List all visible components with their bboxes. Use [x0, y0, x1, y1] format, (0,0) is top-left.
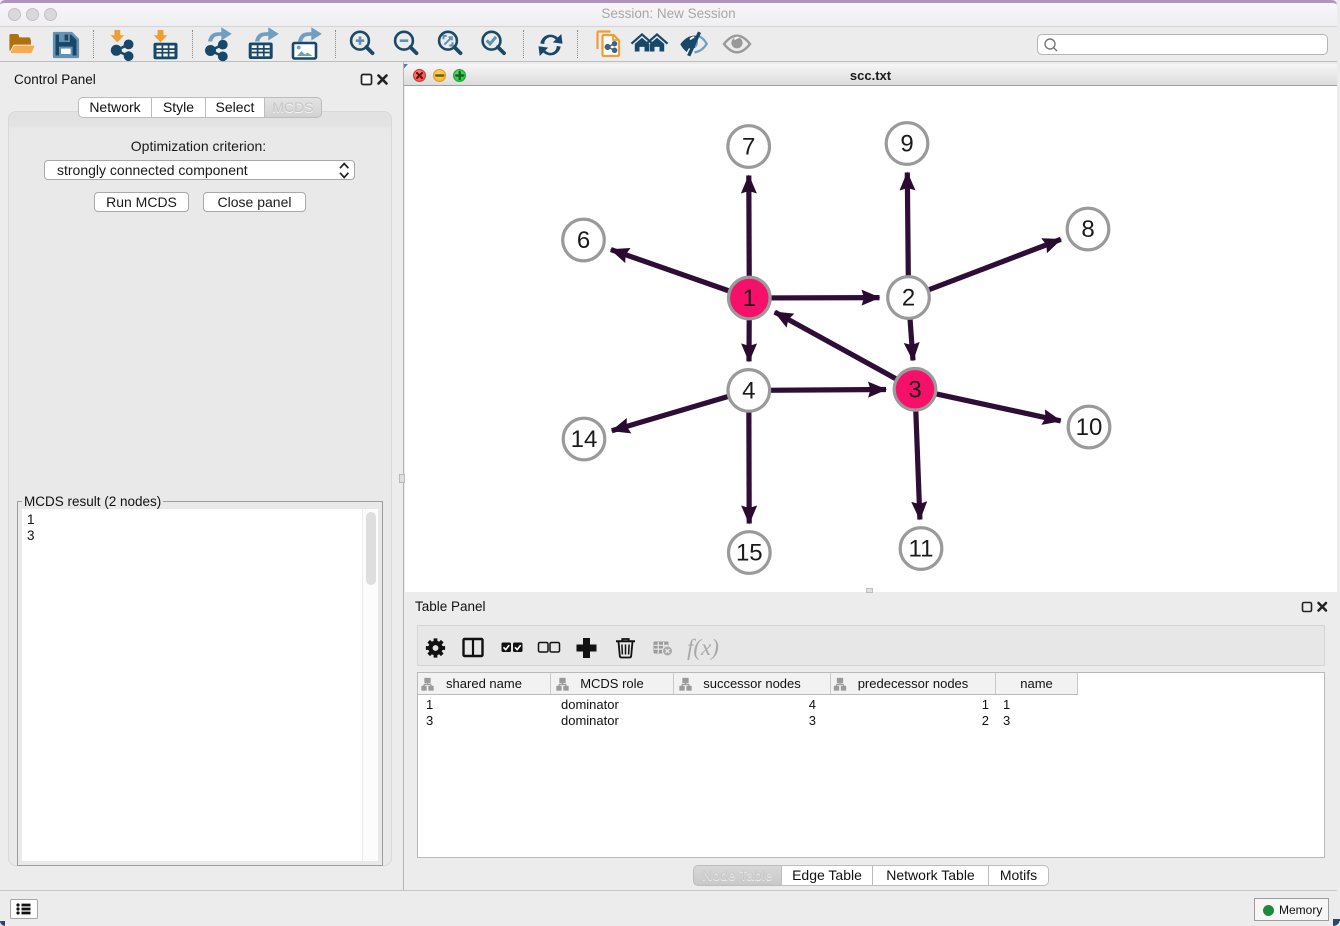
svg-text:1: 1	[743, 285, 756, 312]
svg-text:3: 3	[908, 376, 921, 403]
svg-text:4: 4	[742, 377, 755, 404]
svg-text:9: 9	[900, 131, 913, 158]
svg-text:15: 15	[736, 540, 763, 567]
svg-text:2: 2	[902, 285, 915, 312]
svg-text:7: 7	[742, 134, 755, 161]
svg-text:10: 10	[1076, 414, 1103, 441]
svg-text:f(x): f(x)	[687, 635, 719, 660]
svg-text:8: 8	[1081, 216, 1094, 243]
svg-text:14: 14	[571, 426, 598, 453]
svg-text:11: 11	[909, 536, 934, 563]
svg-text:6: 6	[577, 227, 590, 254]
